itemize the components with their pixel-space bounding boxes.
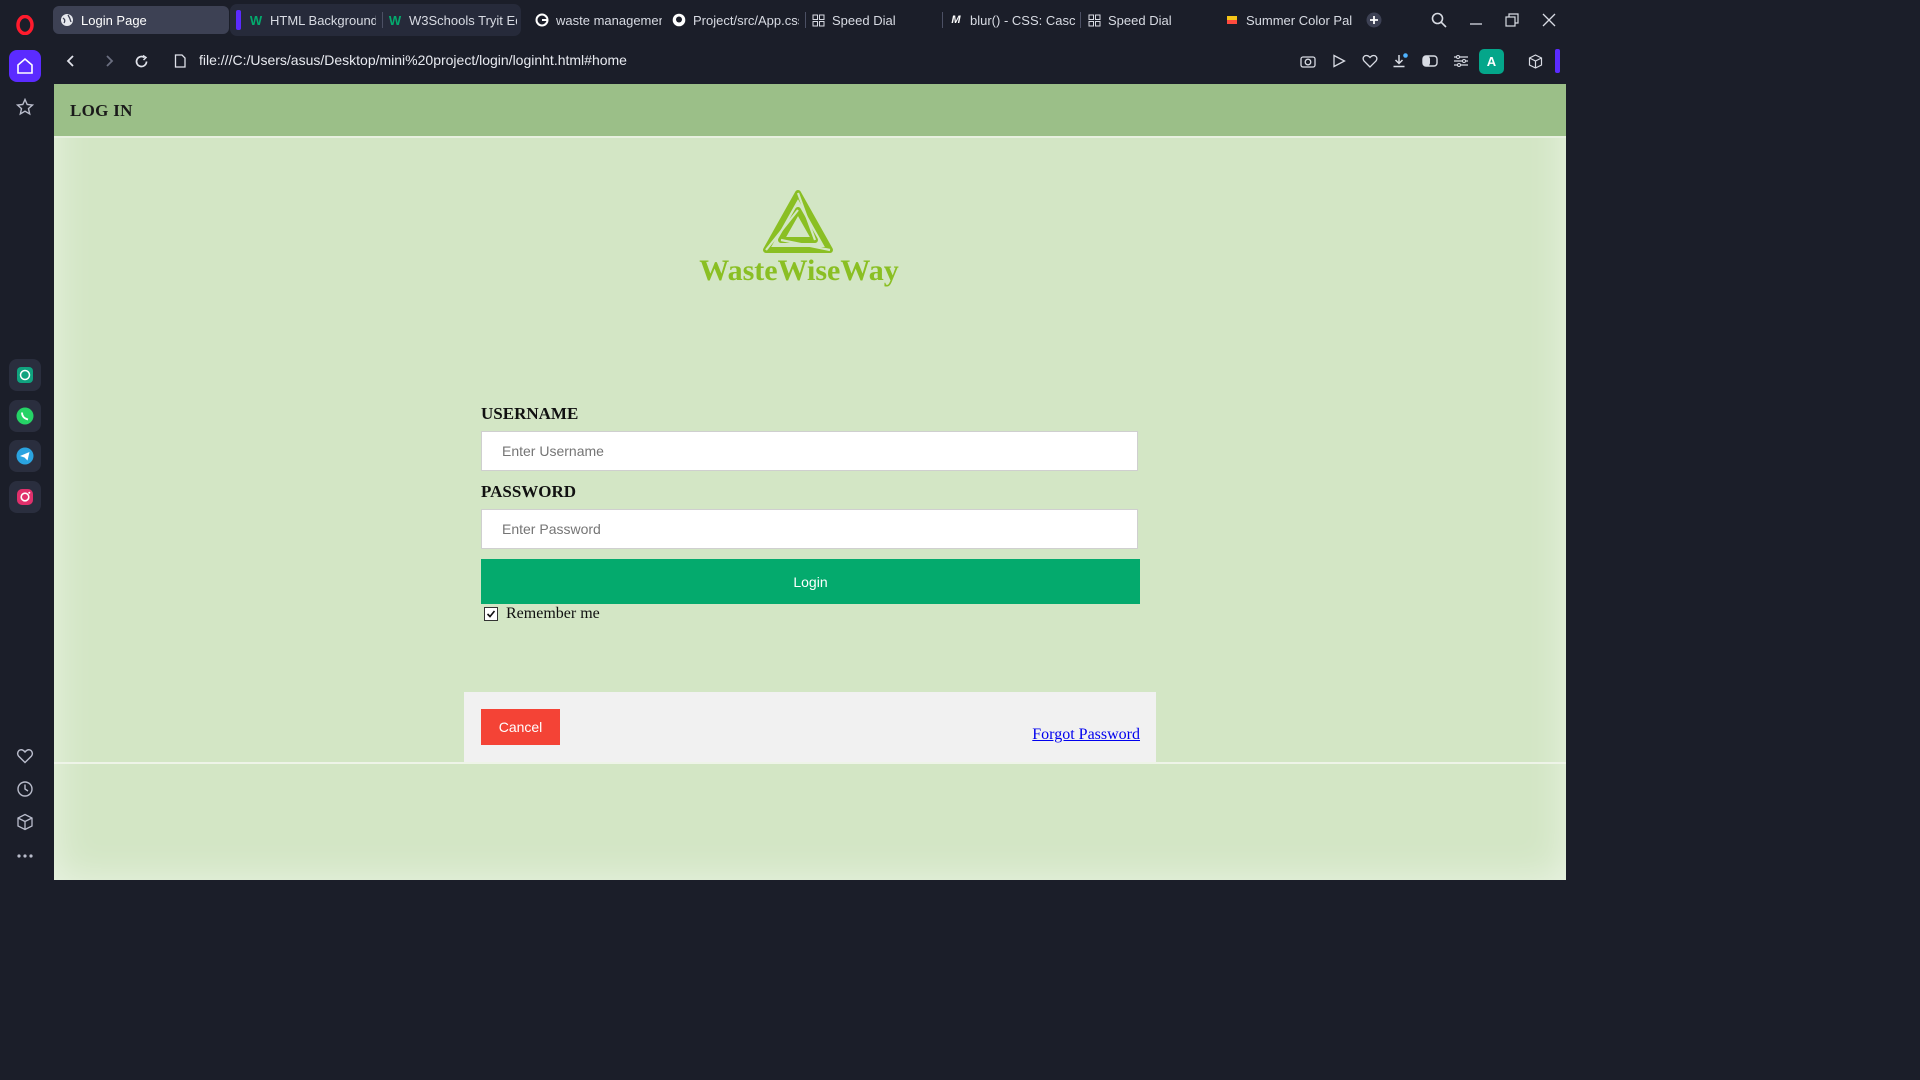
google-icon [534, 12, 550, 28]
tab-project-app-css[interactable]: Project/src/App.css [671, 6, 799, 34]
remember-me-label: Remember me [506, 605, 600, 622]
reload-icon[interactable] [130, 50, 152, 72]
theme-toggle-icon[interactable] [1419, 50, 1441, 72]
tab-speed-dial-1[interactable]: Speed Dial [810, 6, 940, 34]
tab-summer-color-palette[interactable]: Summer Color Palet [1224, 6, 1352, 34]
profile-avatar[interactable]: A [1479, 49, 1504, 74]
play-icon[interactable] [1328, 50, 1350, 72]
palette-icon [1224, 12, 1240, 28]
form-footer: Cancel Forgot Password [464, 692, 1156, 762]
cancel-button[interactable]: Cancel [481, 709, 560, 745]
file-icon [169, 50, 191, 72]
brand-name: WasteWiseWay [699, 254, 899, 287]
address-bar: file:///C:/Users/asus/Desktop/mini%20pro… [50, 40, 1568, 82]
tab-separator [942, 12, 943, 28]
back-icon[interactable] [60, 50, 82, 72]
heart-bookmark-icon[interactable] [1359, 50, 1381, 72]
tab-html-background[interactable]: W HTML Background I [248, 6, 376, 34]
tab-separator [1080, 12, 1081, 28]
forgot-password-link[interactable]: Forgot Password [1032, 726, 1140, 744]
divider [54, 762, 1566, 764]
extensions-icon[interactable] [1524, 50, 1546, 72]
tab-group-marker [236, 10, 241, 30]
github-icon [671, 12, 687, 28]
extensions-cube-icon[interactable] [9, 806, 41, 838]
page-header: LOG IN [54, 84, 1566, 138]
home-icon[interactable] [9, 50, 41, 82]
password-label: PASSWORD [481, 482, 577, 501]
download-icon[interactable] [1389, 50, 1411, 72]
tab-separator [805, 12, 806, 28]
username-input[interactable] [481, 431, 1138, 471]
easy-setup-icon[interactable] [1450, 50, 1472, 72]
speed-dial-icon [1086, 12, 1102, 28]
tab-blur-css[interactable]: M blur() - CSS: Cascadi [948, 6, 1076, 34]
username-label: USERNAME [481, 404, 579, 423]
tab-login-page[interactable]: Login Page [53, 6, 229, 34]
tab-speed-dial-2[interactable]: Speed Dial [1086, 6, 1216, 34]
page-title: LOG IN [70, 101, 133, 120]
heart-icon[interactable] [9, 740, 41, 772]
tab-waste-management[interactable]: waste management [534, 6, 662, 34]
restore-window-icon[interactable] [1500, 8, 1524, 32]
more-options-icon[interactable] [9, 840, 41, 872]
browser-sidebar [0, 0, 50, 882]
instagram-icon[interactable] [9, 481, 41, 513]
speed-dial-icon [810, 12, 826, 28]
password-input[interactable] [481, 509, 1138, 549]
tab-w3schools-tryit[interactable]: W W3Schools Tryit Edi [387, 6, 517, 34]
telegram-icon[interactable] [9, 440, 41, 472]
search-tabs-icon[interactable] [1427, 8, 1451, 32]
tab-separator [382, 12, 383, 28]
minimize-icon[interactable] [1464, 8, 1488, 32]
sidebar-panel-marker [1555, 49, 1560, 73]
mdn-icon: M [951, 14, 961, 26]
camera-snapshot-icon[interactable] [1297, 50, 1319, 72]
close-window-icon[interactable] [1537, 8, 1561, 32]
remember-me: Remember me [484, 605, 600, 623]
whatsapp-icon[interactable] [9, 400, 41, 432]
wastewiseway-logo-icon [763, 190, 833, 253]
chatgpt-icon[interactable] [9, 359, 41, 391]
forward-icon[interactable] [98, 50, 120, 72]
url-input[interactable]: file:///C:/Users/asus/Desktop/mini%20pro… [199, 52, 627, 68]
globe-icon [59, 12, 75, 28]
history-clock-icon[interactable] [9, 773, 41, 805]
w3schools-icon: W [249, 12, 263, 28]
opera-logo-icon[interactable] [9, 9, 41, 41]
w3schools-icon: W [388, 12, 402, 28]
tab-bar: Login Page W HTML Background I W W3Schoo… [50, 0, 1568, 40]
star-icon[interactable] [9, 91, 41, 123]
web-page: LOG IN WasteWiseWay USERNAME PASSWORD Lo… [54, 84, 1566, 880]
checkmark-icon [486, 610, 496, 618]
login-button[interactable]: Login [481, 559, 1140, 604]
remember-me-checkbox[interactable] [484, 607, 498, 621]
new-tab-icon[interactable] [1362, 8, 1386, 32]
